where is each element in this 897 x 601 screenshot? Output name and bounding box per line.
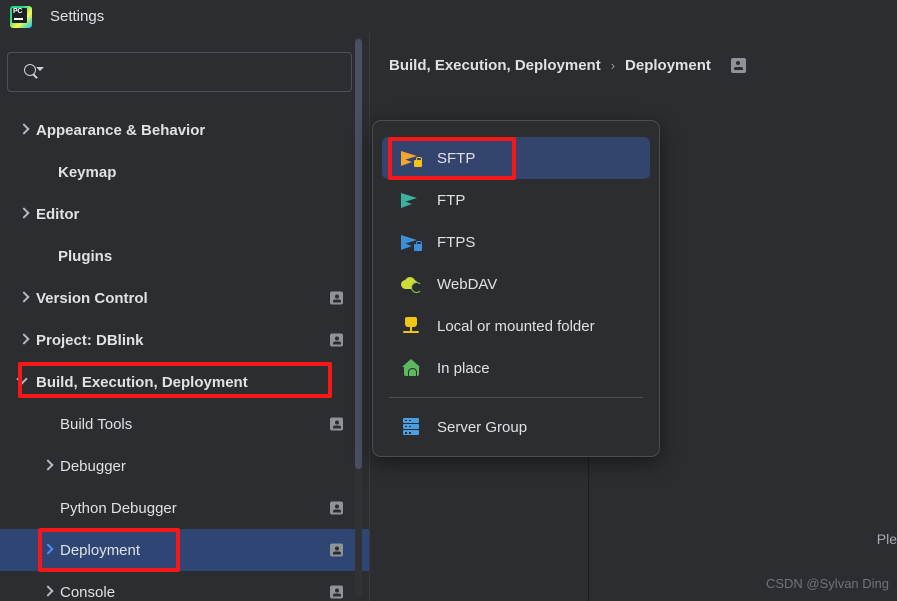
menu-item-label: FTP — [437, 191, 466, 209]
menu-item-label: WebDAV — [437, 275, 498, 293]
breadcrumb-root[interactable]: Build, Execution, Deployment — [389, 57, 601, 74]
sidebar-item-appearance-behavior[interactable]: Appearance & Behavior — [0, 109, 369, 151]
chevron-right-icon[interactable] — [18, 124, 30, 136]
chevron-right-icon[interactable] — [18, 208, 30, 220]
sidebar-item-label: Project: DBlink — [36, 331, 144, 349]
sidebar-item-build-tools[interactable]: Build Tools — [0, 403, 369, 445]
sidebar-item-editor[interactable]: Editor — [0, 193, 369, 235]
mounted-folder-icon — [400, 316, 424, 336]
menu-item-sftp[interactable]: SFTP — [382, 137, 650, 179]
sidebar-item-label: Console — [60, 583, 116, 601]
server-group-icon — [400, 417, 424, 437]
menu-item-local-or-mounted-folder[interactable]: Local or mounted folder — [382, 305, 650, 347]
sidebar-item-label: Version Control — [36, 289, 148, 307]
menu-item-label: SFTP — [437, 149, 476, 167]
menu-item-ftp[interactable]: FTP — [382, 179, 650, 221]
pycharm-logo-icon: PC — [10, 5, 32, 28]
ftps-arrow-lock-icon — [400, 232, 424, 252]
sidebar-item-label: Debugger — [60, 457, 126, 475]
sidebar-scrollbar-thumb[interactable] — [355, 39, 362, 469]
project-scope-badge-icon — [330, 585, 343, 599]
project-scope-badge-icon — [330, 417, 343, 431]
search-box[interactable] — [7, 52, 352, 92]
watermark-text: CSDN @Sylvan Ding — [765, 576, 889, 591]
project-scope-badge-icon — [330, 501, 343, 515]
sidebar-item-plugins[interactable]: Plugins — [0, 235, 369, 277]
empty-state-hint: Ple — [876, 531, 897, 547]
chevron-down-icon[interactable] — [18, 376, 30, 388]
settings-tree: Appearance & Behavior Keymap Editor Plug… — [0, 109, 369, 601]
webdav-cloud-icon — [400, 274, 424, 294]
title-bar: PC Settings — [0, 0, 897, 34]
sidebar-item-project-dblink[interactable]: Project: DBlink — [0, 319, 369, 361]
sidebar-item-deployment[interactable]: Deployment — [0, 529, 369, 571]
chevron-right-icon[interactable] — [18, 334, 30, 346]
sidebar-item-label: Plugins — [58, 247, 113, 265]
project-scope-badge-icon — [330, 333, 343, 347]
window-title: Settings — [50, 8, 105, 25]
sidebar-item-label: Python Debugger — [60, 499, 177, 517]
add-server-type-popup: SFTP FTP FTPS WebDAV Local or mounted fo… — [372, 120, 660, 457]
sftp-arrow-lock-icon — [400, 148, 424, 168]
chevron-right-icon[interactable] — [42, 586, 54, 598]
ftp-arrow-icon — [400, 190, 424, 210]
sidebar-item-label: Editor — [36, 205, 80, 223]
breadcrumb-leaf: Deployment — [625, 57, 711, 74]
project-scope-badge-icon — [330, 543, 343, 557]
search-icon[interactable] — [24, 63, 44, 81]
chevron-right-icon: › — [610, 58, 616, 73]
sidebar-item-keymap[interactable]: Keymap — [0, 151, 369, 193]
menu-item-in-place[interactable]: In place — [382, 347, 650, 389]
menu-item-label: Local or mounted folder — [437, 317, 595, 335]
search-input[interactable] — [48, 63, 351, 81]
menu-item-ftps[interactable]: FTPS — [382, 221, 650, 263]
sidebar-item-label: Deployment — [60, 541, 141, 559]
menu-separator — [389, 397, 643, 398]
sidebar-item-version-control[interactable]: Version Control — [0, 277, 369, 319]
sidebar-item-label: Build, Execution, Deployment — [36, 373, 248, 391]
settings-sidebar: Appearance & Behavior Keymap Editor Plug… — [0, 33, 370, 601]
menu-item-label: In place — [437, 359, 490, 377]
chevron-right-icon[interactable] — [18, 292, 30, 304]
sidebar-item-debugger[interactable]: Debugger — [0, 445, 369, 487]
project-scope-badge-icon — [330, 291, 343, 305]
menu-item-label: Server Group — [437, 418, 528, 436]
project-scope-badge-icon — [730, 58, 746, 73]
sidebar-item-build-execution-deployment[interactable]: Build, Execution, Deployment — [0, 361, 369, 403]
chevron-right-icon[interactable] — [42, 544, 54, 556]
sidebar-item-label: Build Tools — [60, 415, 133, 433]
menu-item-webdav[interactable]: WebDAV — [382, 263, 650, 305]
sidebar-item-label: Keymap — [58, 163, 117, 181]
breadcrumb: Build, Execution, Deployment › Deploymen… — [389, 57, 746, 74]
chevron-right-icon[interactable] — [42, 460, 54, 472]
sidebar-item-label: Appearance & Behavior — [36, 121, 206, 139]
sidebar-item-console[interactable]: Console — [0, 571, 369, 601]
in-place-house-icon — [400, 358, 424, 378]
menu-item-label: FTPS — [437, 233, 476, 251]
sidebar-item-python-debugger[interactable]: Python Debugger — [0, 487, 369, 529]
menu-item-server-group[interactable]: Server Group — [382, 406, 650, 448]
